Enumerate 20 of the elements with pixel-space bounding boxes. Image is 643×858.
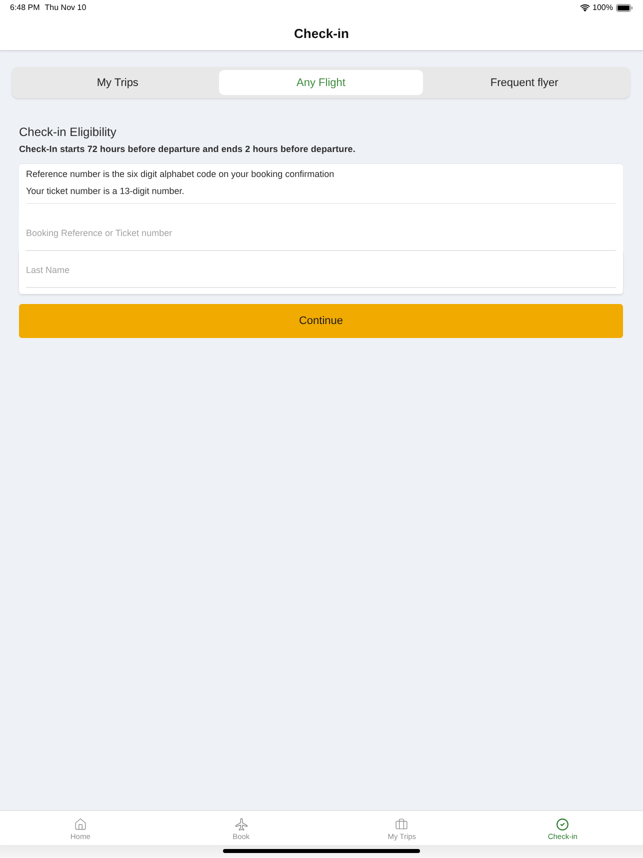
wifi-icon: [580, 4, 590, 12]
screen-title: Check-in: [294, 26, 349, 40]
status-date: Thu Nov 10: [44, 3, 86, 13]
section-heading: Check-in Eligibility: [19, 125, 118, 139]
segment-tab[interactable]: My Trips: [16, 70, 220, 95]
input-field[interactable]: Booking Reference or Ticket number: [19, 214, 623, 251]
input-field[interactable]: Last Name: [19, 251, 623, 294]
segment-tab[interactable]: Any Flight: [219, 70, 423, 95]
segment-tab[interactable]: Frequent flyer: [422, 70, 626, 95]
hint-text: Reference number is the six digit alphabet code on your booking confirmation: [26, 168, 336, 180]
briefcase-icon: [395, 818, 408, 831]
check-circle-icon: [556, 818, 570, 831]
continue-button[interactable]: Continue: [19, 304, 623, 338]
home-icon: [74, 818, 87, 831]
battery-icon: [616, 4, 633, 12]
status-time: 6:48 PM: [10, 3, 40, 13]
airplane-icon: [234, 818, 248, 831]
eligibility-note: Check-In starts 72 hours before departure and ends 2 hours before departure.: [19, 143, 356, 155]
hint-text: Your ticket number is a 13-digit number.: [26, 185, 186, 197]
battery-percentage: 100%: [592, 3, 613, 13]
